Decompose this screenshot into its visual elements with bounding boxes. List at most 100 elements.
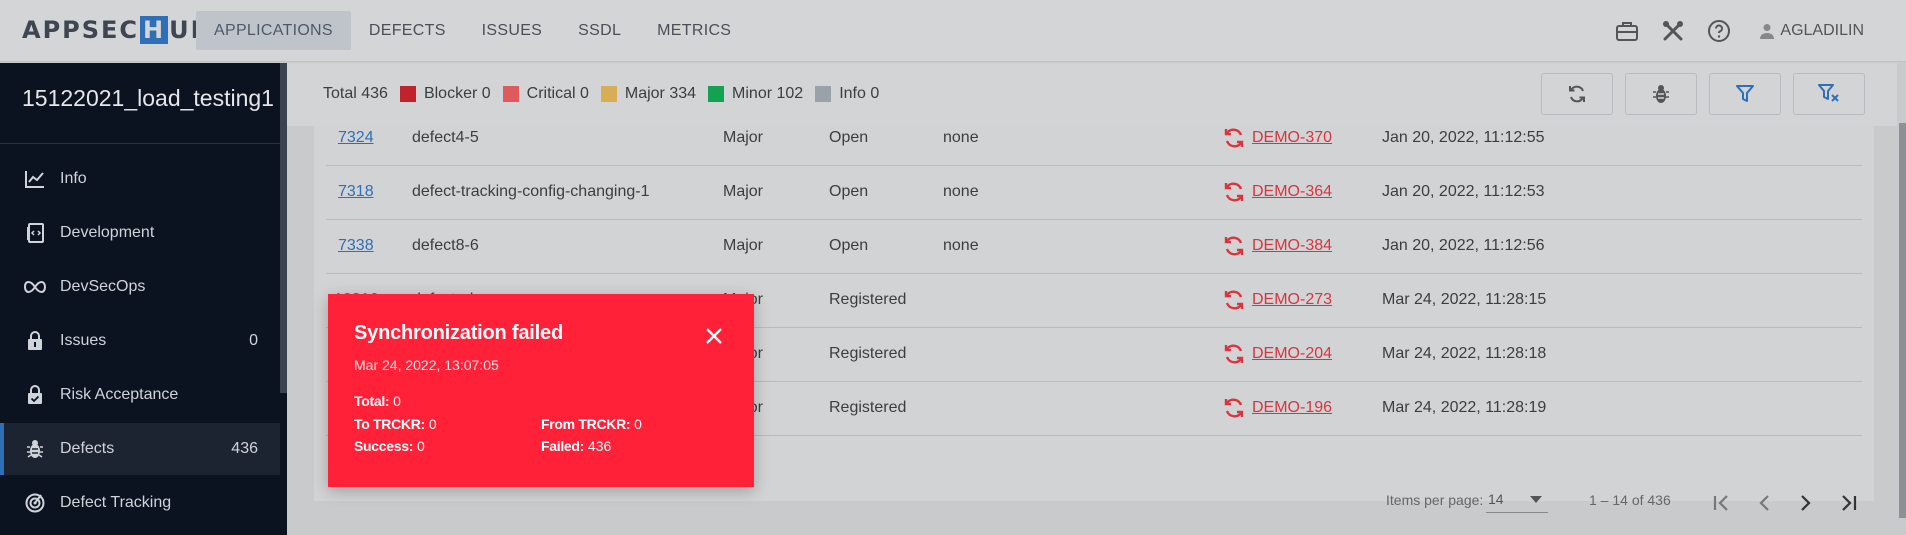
bug-filter-button[interactable] [1625, 73, 1697, 115]
sidebar-item-label: DevSecOps [60, 278, 146, 295]
nav-ssdl[interactable]: SSDL [560, 11, 639, 50]
defect-severity: Major [723, 237, 764, 254]
defect-date: Mar 24, 2022, 11:28:15 [1382, 291, 1547, 308]
infinity-icon [24, 276, 46, 298]
defect-id-link[interactable]: 7338 [338, 237, 374, 255]
defect-name: defect4-5 [412, 129, 479, 146]
top-bar: APPSEC H UB APPLICATIONS DEFECTS ISSUES SS… [0, 0, 1906, 62]
defect-id-link[interactable]: 7324 [338, 129, 374, 147]
legend-major[interactable]: Major 334 [600, 85, 696, 103]
toast-to-value: 0 [428, 416, 437, 432]
defect-severity: Major [723, 129, 764, 146]
defect-id-link[interactable]: 7318 [338, 183, 374, 201]
sync-status-icon[interactable] [1222, 180, 1246, 204]
ticket-link[interactable]: DEMO-384 [1252, 237, 1332, 255]
sidebar-scrollbar[interactable] [280, 63, 287, 393]
sidebar-item-risk-acceptance[interactable]: Risk Acceptance [0, 369, 280, 421]
defect-status: Open [829, 183, 869, 200]
table-row[interactable]: 7318 defect-tracking-config-changing-1 M… [326, 166, 1862, 220]
defect-date: Mar 24, 2022, 11:28:18 [1382, 345, 1547, 362]
defect-extra: none [943, 129, 979, 146]
sync-button[interactable] [1541, 73, 1613, 115]
severity-legend: Total 436 Blocker 0 Critical 0 Major 334… [323, 85, 879, 103]
ticket-link[interactable]: DEMO-364 [1252, 183, 1332, 201]
first-page-icon [1713, 495, 1728, 511]
toast-total-value: 0 [393, 393, 401, 409]
user-menu[interactable]: AGLADILIN [1760, 22, 1864, 40]
defect-status: Open [829, 237, 869, 254]
defect-status: Registered [829, 291, 907, 308]
ticket-link[interactable]: DEMO-370 [1252, 129, 1332, 147]
sync-status-icon[interactable] [1222, 396, 1246, 420]
defect-name: defect-tracking-config-changing-1 [412, 183, 650, 200]
sidebar-item-defects[interactable]: Defects 436 [0, 423, 280, 475]
sidebar-item-count: 0 [249, 332, 258, 349]
defect-status: Open [829, 129, 869, 146]
table-row[interactable]: 7338 defect8-6 Major Open none DEMO-384 … [326, 220, 1862, 274]
sidebar-item-label: Risk Acceptance [60, 386, 179, 403]
sync-status-icon[interactable] [1222, 126, 1246, 150]
defect-date: Jan 20, 2022, 11:12:56 [1382, 237, 1545, 254]
toast-failed: Failed: 436 [541, 438, 611, 454]
toast-success-label: Success: [354, 438, 414, 454]
sidebar: 15122021_load_testing1 Info Development … [0, 63, 287, 535]
header-actions: AGLADILIN [1614, 18, 1864, 44]
toast-from-value: 0 [634, 416, 642, 432]
sidebar-item-label: Defect Tracking [60, 494, 172, 511]
toast-success: Success: 0 [354, 438, 425, 454]
sidebar-item-defect-tracking[interactable]: Defect Tracking [0, 477, 280, 529]
legend-label: Info 0 [839, 85, 880, 102]
legend-swatch [708, 86, 725, 102]
first-page-button[interactable] [1710, 491, 1734, 515]
app-logo[interactable]: APPSEC H UB [22, 16, 211, 44]
nav-defects[interactable]: DEFECTS [351, 11, 464, 50]
sidebar-item-development[interactable]: Development [0, 207, 280, 259]
sidebar-item-issues[interactable]: Issues 0 [0, 315, 280, 367]
content-scrollbar[interactable] [1899, 123, 1906, 518]
nav-issues[interactable]: ISSUES [464, 11, 561, 50]
toast-to-trckr: To TRCKR: 0 [354, 416, 437, 432]
close-icon[interactable] [702, 324, 726, 348]
toast-failed-label: Failed: [541, 438, 585, 454]
tools-icon[interactable] [1660, 18, 1686, 44]
sync-status-icon[interactable] [1222, 288, 1246, 312]
sidebar-item-devsecops[interactable]: DevSecOps [0, 261, 280, 313]
legend-blocker[interactable]: Blocker 0 [399, 85, 491, 103]
legend-critical[interactable]: Critical 0 [502, 85, 589, 103]
chevron-down-icon [1530, 496, 1542, 503]
ticket-link[interactable]: DEMO-204 [1252, 345, 1332, 363]
logo-text-mid: H [140, 16, 169, 44]
legend-info[interactable]: Info 0 [815, 85, 879, 103]
defect-date: Mar 24, 2022, 11:28:19 [1382, 399, 1547, 416]
defect-severity: Major [723, 183, 764, 200]
chevron-right-icon [1801, 495, 1811, 511]
table-row[interactable]: 7324 defect4-5 Major Open none DEMO-370 … [326, 112, 1862, 166]
last-page-button[interactable] [1836, 491, 1860, 515]
nav-applications[interactable]: APPLICATIONS [196, 11, 351, 50]
sidebar-item-info[interactable]: Info [0, 153, 280, 205]
sync-status-icon[interactable] [1222, 342, 1246, 366]
nav-metrics[interactable]: METRICS [639, 11, 749, 50]
sync-status-icon[interactable] [1222, 234, 1246, 258]
next-page-button[interactable] [1794, 491, 1818, 515]
toast-timestamp: Mar 24, 2022, 13:07:05 [354, 357, 499, 373]
last-page-icon [1842, 495, 1857, 511]
ticket-link[interactable]: DEMO-273 [1252, 291, 1332, 309]
legend-swatch [502, 86, 519, 102]
clear-filter-button[interactable] [1793, 73, 1865, 115]
briefcase-icon[interactable] [1614, 18, 1640, 44]
help-icon[interactable] [1706, 18, 1732, 44]
previous-page-button[interactable] [1752, 491, 1776, 515]
logo-text-left: APPSEC [22, 16, 140, 44]
page-range: 1 – 14 of 436 [1589, 492, 1671, 508]
toast-success-value: 0 [416, 438, 425, 454]
ticket-link[interactable]: DEMO-196 [1252, 399, 1332, 417]
items-per-page-select[interactable]: 14 [1486, 485, 1548, 513]
toast-from-label: From TRCKR: [541, 416, 631, 432]
sidebar-item-count: 436 [231, 440, 258, 457]
sidebar-item-label: Issues [60, 332, 107, 349]
sidebar-item-label: Development [60, 224, 155, 241]
filter-button[interactable] [1709, 73, 1781, 115]
sidebar-divider [0, 143, 287, 144]
legend-minor[interactable]: Minor 102 [708, 85, 803, 103]
